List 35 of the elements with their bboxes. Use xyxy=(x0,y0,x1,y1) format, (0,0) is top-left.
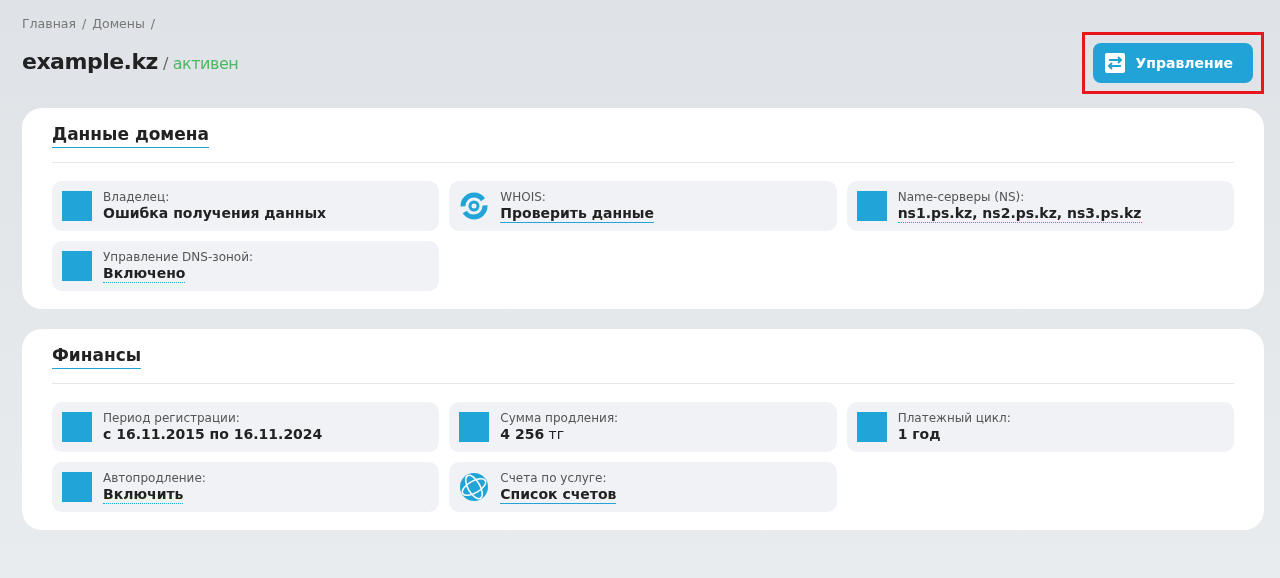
breadcrumb-separator: / xyxy=(82,16,87,31)
square-icon xyxy=(62,191,92,221)
square-icon xyxy=(856,412,887,442)
square-icon xyxy=(62,412,92,442)
field-value: Ошибка получения данных xyxy=(103,205,327,222)
field-value: 1 год xyxy=(897,426,941,443)
section-title: Данные домена xyxy=(52,124,209,148)
field-label: WHOIS: xyxy=(500,189,546,204)
square-icon xyxy=(856,191,887,221)
refresh-target-icon xyxy=(459,191,490,221)
field-label: Управление DNS-зоной: xyxy=(103,249,253,264)
value-link[interactable]: Проверить данные xyxy=(500,204,654,223)
square-icon xyxy=(459,412,490,442)
field-value: с 16.11.2015 по 16.11.2024 xyxy=(103,426,323,443)
field-label: Владелец: xyxy=(103,190,170,204)
value-link[interactable]: ns1.ps.kz, ns2.ps.kz, ns3.ps.kz xyxy=(897,204,1142,223)
field-label: Счета по услуге: xyxy=(500,470,607,485)
breadcrumb-separator: / xyxy=(150,16,155,31)
field-label: Период регистрации: xyxy=(103,411,240,425)
square-icon xyxy=(62,251,92,281)
value-link[interactable]: Включено xyxy=(103,264,186,283)
globe-icon xyxy=(459,472,490,502)
field-label: Платежный цикл: xyxy=(897,411,1011,425)
domain-name: example.kz xyxy=(22,49,158,74)
square-icon xyxy=(62,472,92,502)
field-label: Name-серверы (NS): xyxy=(897,189,1025,204)
value-link[interactable]: Включить xyxy=(103,485,184,504)
sliders-icon xyxy=(1105,53,1126,73)
status-text: активен xyxy=(172,54,239,73)
value-link[interactable]: Список счетов xyxy=(500,485,617,504)
section-title: Финансы xyxy=(52,345,142,369)
slash-separator: / xyxy=(162,54,168,73)
field-label: Автопродление: xyxy=(103,470,206,485)
field-label: Сумма продления: xyxy=(500,411,619,425)
field-value: 4 256 тг xyxy=(500,426,565,443)
